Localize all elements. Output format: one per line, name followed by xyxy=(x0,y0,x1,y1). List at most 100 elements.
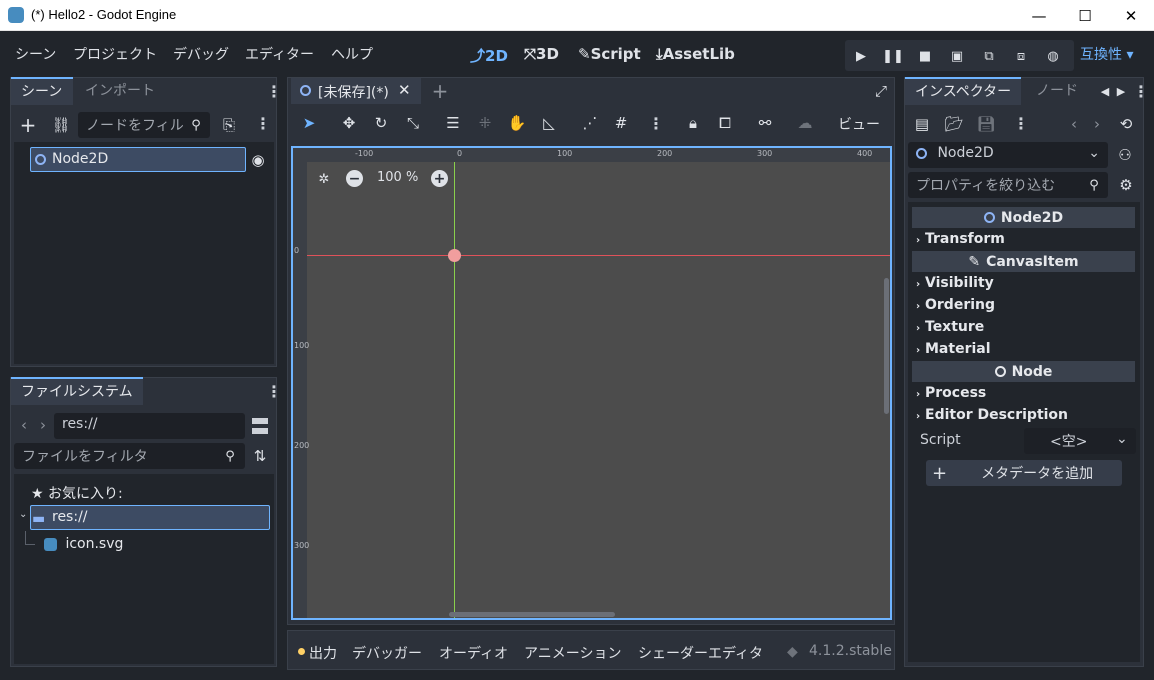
object-properties-icon[interactable]: ⚇ xyxy=(1116,146,1134,164)
group-icon[interactable]: ⧠ xyxy=(715,113,735,133)
view-menu[interactable]: ビュー xyxy=(838,114,880,134)
save-resource-icon[interactable]: 💾︎ xyxy=(976,115,995,133)
zoom-level[interactable]: 100 % xyxy=(377,170,418,185)
prop-editor-description[interactable]: › Editor Description xyxy=(916,407,1068,423)
skeleton-icon[interactable]: ⚯ xyxy=(755,113,775,133)
tab-import[interactable]: インポート xyxy=(75,77,165,105)
tab-debugger[interactable]: デバッガー xyxy=(352,643,422,663)
history-back-icon[interactable]: ‹ xyxy=(1067,115,1081,133)
scene-tab[interactable]: [未保存](*) ✕ xyxy=(291,78,421,104)
renderer-select[interactable]: 互換性 ▾ xyxy=(1080,44,1133,64)
tab-inspector[interactable]: インスペクター xyxy=(905,77,1022,105)
menu-editor[interactable]: エディター xyxy=(245,44,314,64)
smart-snap-icon[interactable]: ⋰ xyxy=(580,113,600,133)
origin-marker[interactable] xyxy=(448,249,461,262)
prop-material[interactable]: › Material xyxy=(916,341,991,357)
prop-ordering[interactable]: › Ordering xyxy=(916,297,995,313)
node-select-dropdown[interactable]: Node2D ⌄ xyxy=(908,142,1108,168)
close-tab-icon[interactable]: ✕ xyxy=(398,81,411,99)
instance-scene-icon[interactable]: ⛓ xyxy=(50,114,72,136)
close-window-button[interactable]: ✕ xyxy=(1108,0,1154,31)
distraction-free-icon[interactable]: ⤢ xyxy=(872,82,890,100)
open-resource-icon[interactable]: 📂︎ xyxy=(944,115,963,133)
pin-icon[interactable]: ◆ xyxy=(787,644,798,660)
move-tool-icon[interactable]: ✥ xyxy=(339,113,359,133)
zoom-out-icon[interactable]: − xyxy=(346,170,363,187)
sort-icon[interactable]: ⇅ xyxy=(250,446,270,466)
attach-script-icon[interactable]: ⎘ xyxy=(218,114,240,136)
rotate-tool-icon[interactable]: ↻ xyxy=(371,113,391,133)
play-scene-icon[interactable]: ⧉ xyxy=(978,45,1000,67)
workspace-assetlib-button[interactable]: ⤓AssetLib xyxy=(656,45,735,63)
tab-animation[interactable]: アニメーション xyxy=(524,643,621,663)
remote-debug-icon[interactable]: ▣ xyxy=(946,45,968,67)
zoom-in-icon[interactable]: + xyxy=(431,170,448,187)
back-icon[interactable]: ‹ xyxy=(17,415,31,435)
history-icon[interactable]: ⟲ xyxy=(1117,115,1135,133)
vertical-scrollbar[interactable] xyxy=(884,278,889,414)
scene-tree-menu-icon[interactable]: ⋮ xyxy=(255,114,271,133)
snap-options-icon[interactable]: ⋮ xyxy=(648,114,664,133)
particles-icon[interactable]: ☁ xyxy=(795,113,815,133)
add-scene-tab-icon[interactable]: + xyxy=(430,79,450,103)
play-custom-scene-icon[interactable]: ⧈ xyxy=(1010,45,1032,67)
menu-help[interactable]: ヘルプ xyxy=(331,44,373,64)
stop-icon[interactable]: ■ xyxy=(914,45,936,67)
lock-icon[interactable]: 🔒︎ xyxy=(683,113,703,133)
tab-filesystem[interactable]: ファイルシステム xyxy=(11,377,143,405)
version-label[interactable]: 4.1.2.stable xyxy=(809,643,892,659)
filesystem-menu-icon[interactable]: ⋮ xyxy=(266,382,282,401)
new-resource-icon[interactable]: ▤ xyxy=(913,115,931,133)
prop-process[interactable]: › Process xyxy=(916,385,986,401)
tab-shader-editor[interactable]: シェーダーエディタ xyxy=(638,643,763,663)
workspace-2d-button[interactable]: ⤴2D xyxy=(470,45,508,66)
property-options-icon[interactable]: ⚙ xyxy=(1117,175,1135,195)
history-forward-icon[interactable]: › xyxy=(1090,115,1104,133)
path-field[interactable]: res:// xyxy=(54,413,245,439)
ruler-tool-icon[interactable]: ◺ xyxy=(539,113,559,133)
scene-tree-node2d[interactable]: Node2D xyxy=(30,147,246,172)
split-view-icon[interactable] xyxy=(252,418,268,434)
dock-left-icon[interactable]: ◀ xyxy=(1098,84,1112,98)
tab-scene[interactable]: シーン xyxy=(11,77,73,105)
folder-row-res[interactable]: ▬ res:// xyxy=(30,505,270,530)
workspace-script-button[interactable]: ✎Script xyxy=(578,45,641,63)
expand-arrow-icon[interactable]: ⌄ xyxy=(19,509,27,520)
menu-scene[interactable]: シーン xyxy=(15,44,56,64)
favorites-row[interactable]: ★ お気に入り: xyxy=(31,483,123,503)
file-row-icon-svg[interactable]: icon.svg xyxy=(44,536,123,552)
horizontal-scrollbar[interactable] xyxy=(449,612,615,617)
pause-icon[interactable]: ❚❚ xyxy=(882,45,904,67)
pan-tool-icon[interactable]: ✋ xyxy=(507,113,527,133)
script-value-dropdown[interactable]: <空> ⌄ xyxy=(1024,428,1136,454)
scale-tool-icon[interactable]: ⤡ xyxy=(403,113,423,133)
add-metadata-button[interactable]: + メタデータを追加 xyxy=(926,460,1122,486)
grid-snap-icon[interactable]: # xyxy=(611,113,631,133)
visibility-eye-icon[interactable]: ◉ xyxy=(249,150,267,170)
inspector-dock-menu-icon[interactable]: ⋮ xyxy=(1133,82,1149,101)
tab-audio[interactable]: オーディオ xyxy=(439,643,508,663)
prop-visibility[interactable]: › Visibility xyxy=(916,275,994,291)
maximize-button[interactable]: ☐ xyxy=(1062,0,1108,31)
file-filter-input[interactable]: ファイルをフィルタ xyxy=(14,443,245,469)
tab-node[interactable]: ノード xyxy=(1026,77,1088,105)
prop-transform[interactable]: › Transform xyxy=(916,231,1005,247)
select-tool-icon[interactable]: ➤ xyxy=(299,113,319,133)
menu-debug[interactable]: デバッグ xyxy=(173,44,229,64)
property-filter-input[interactable]: プロパティを絞り込む xyxy=(908,172,1108,198)
resource-menu-icon[interactable]: ⋮ xyxy=(1013,114,1029,133)
movie-maker-icon[interactable]: ◍ xyxy=(1042,45,1064,67)
workspace-3d-button[interactable]: ⤧3D xyxy=(524,45,559,63)
pivot-tool-icon[interactable]: ⁜ xyxy=(475,113,495,133)
canvas-viewport[interactable]: -100 0 100 200 300 400 0 100 200 300 ✲ −… xyxy=(291,146,892,620)
tab-output[interactable]: 出力 xyxy=(309,643,337,663)
dock-right-icon[interactable]: ▶ xyxy=(1114,84,1128,98)
minimize-button[interactable]: — xyxy=(1016,0,1062,31)
menu-project[interactable]: プロジェクト xyxy=(73,44,157,64)
scene-dock-menu-icon[interactable]: ⋮ xyxy=(266,82,282,101)
prop-texture[interactable]: › Texture xyxy=(916,319,984,335)
center-view-icon[interactable]: ✲ xyxy=(315,170,333,188)
play-icon[interactable]: ▶ xyxy=(850,45,872,67)
forward-icon[interactable]: › xyxy=(36,415,50,435)
list-select-icon[interactable]: ☰ xyxy=(443,113,463,133)
